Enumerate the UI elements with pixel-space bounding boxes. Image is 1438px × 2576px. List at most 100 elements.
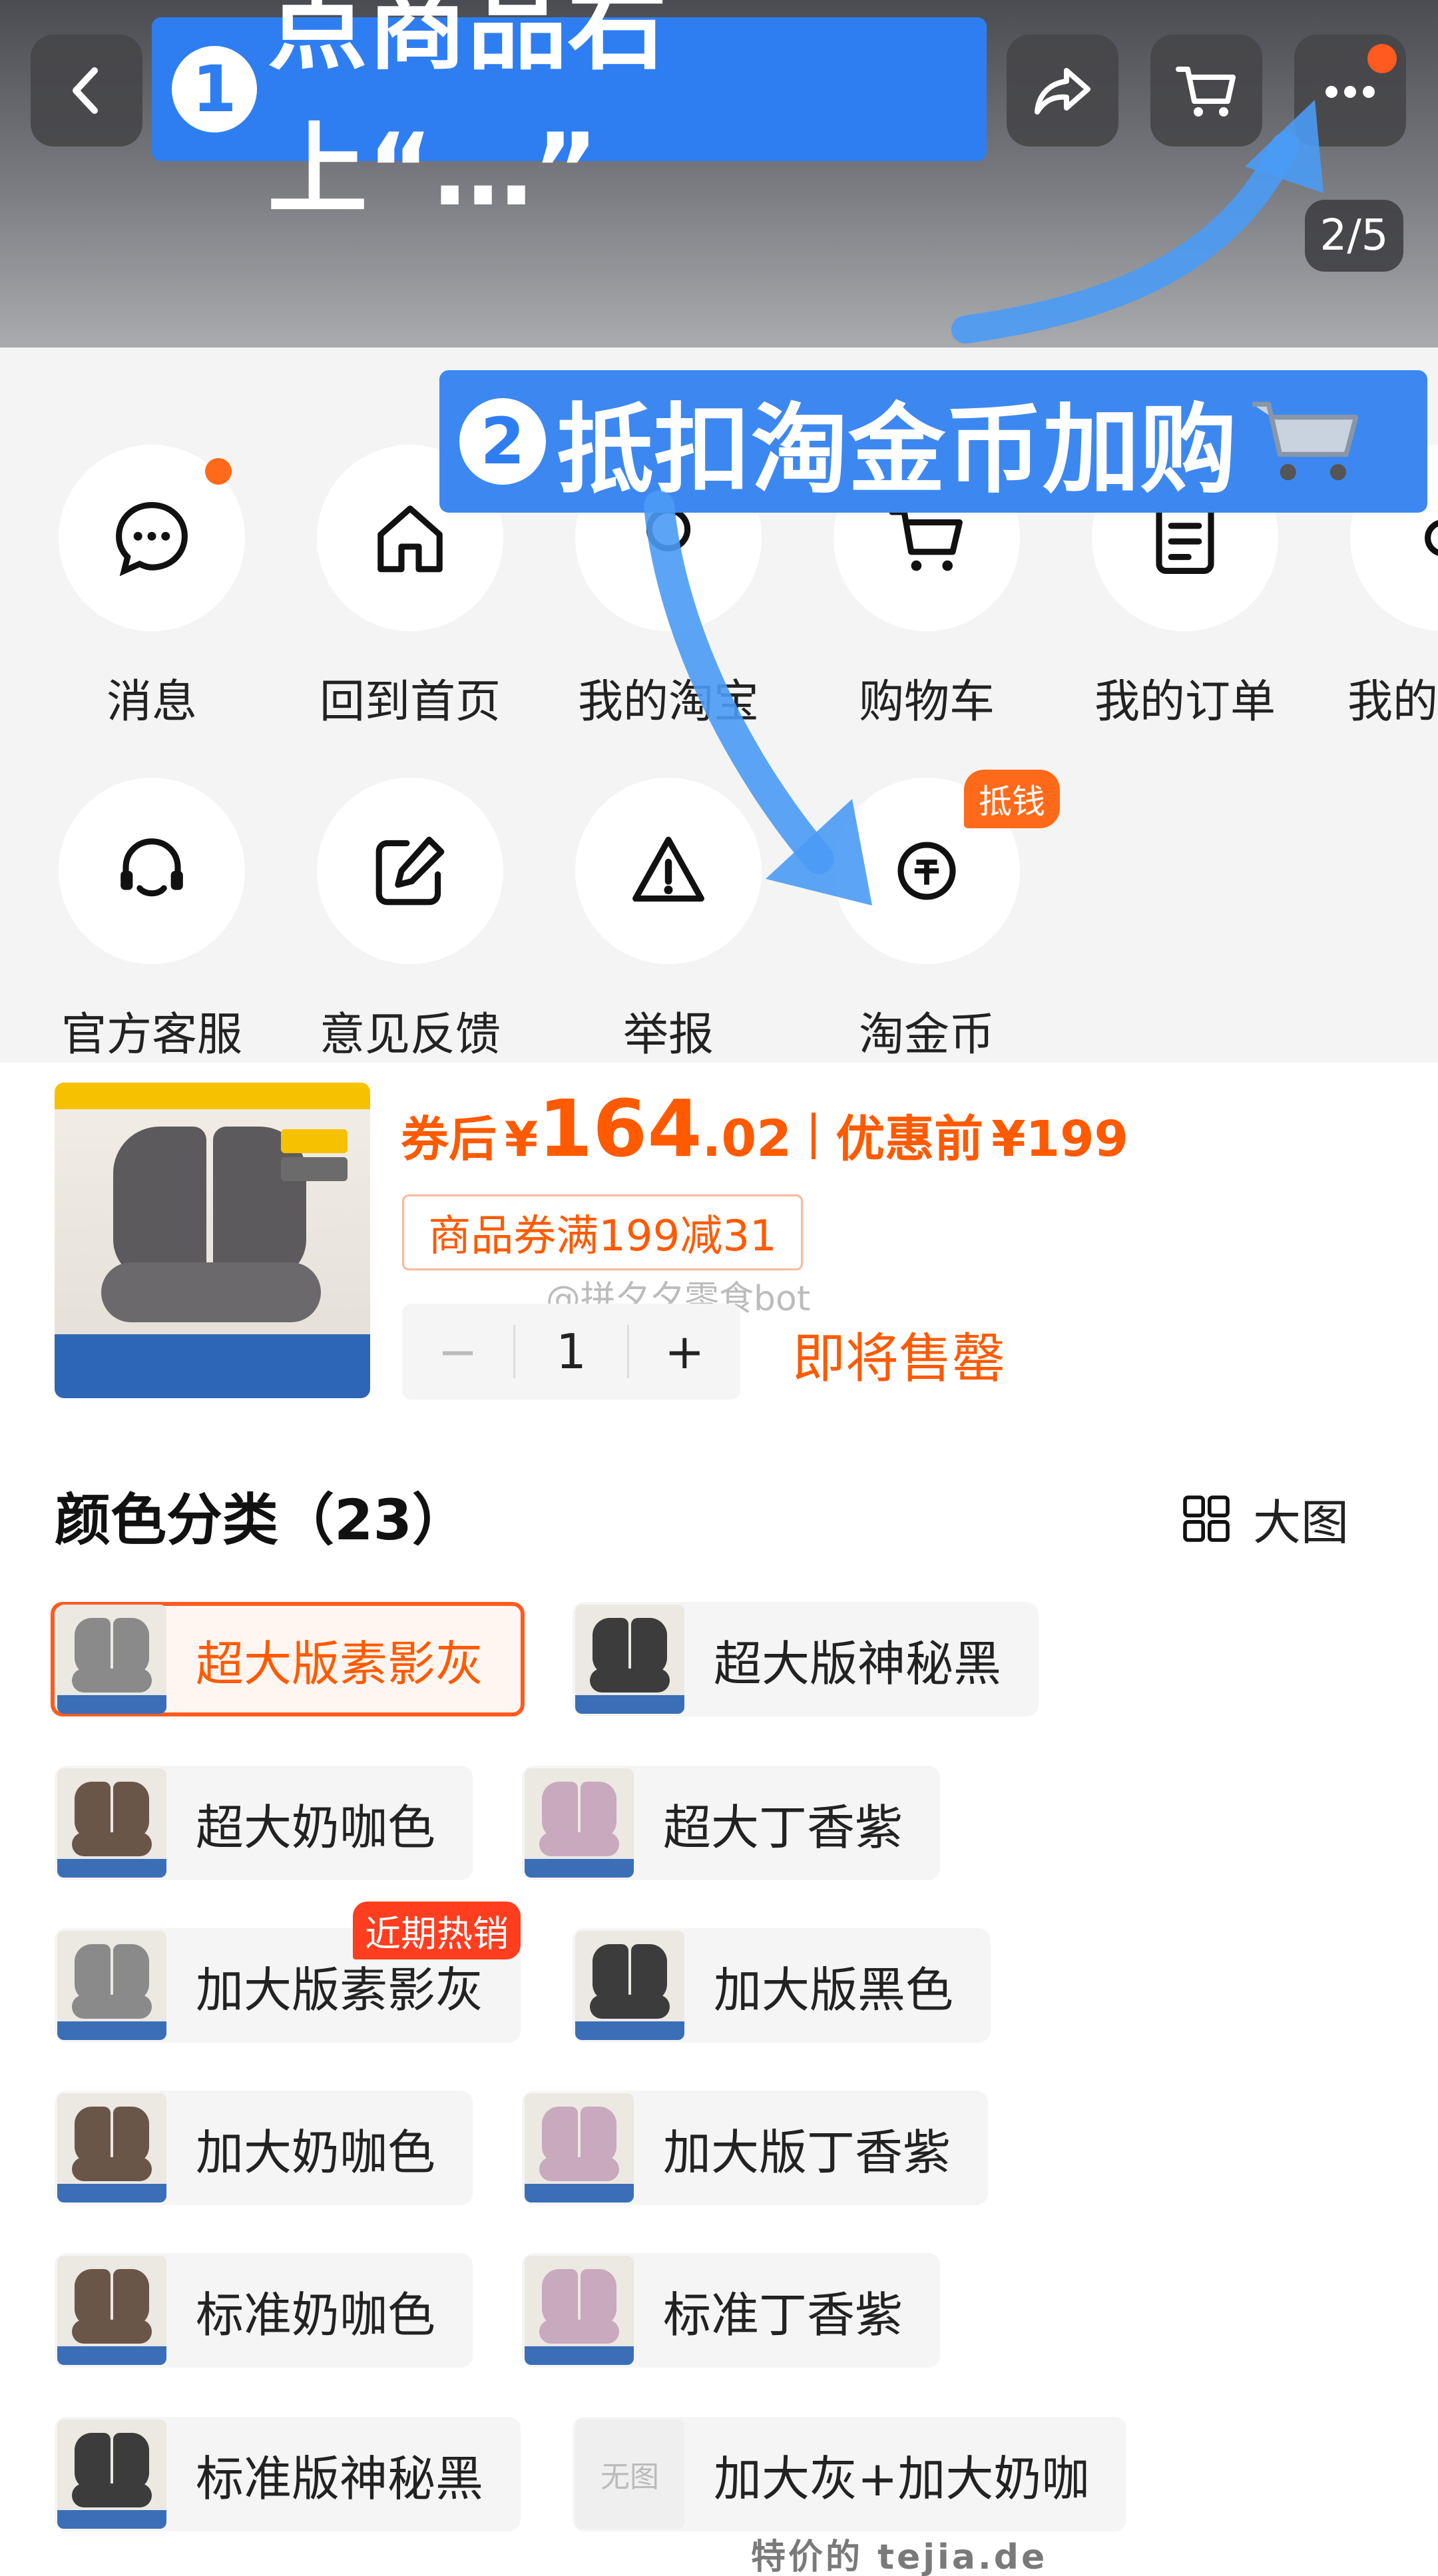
color-thumbnail bbox=[57, 1768, 166, 1878]
warning-icon bbox=[632, 836, 704, 902]
cart-icon bbox=[1176, 67, 1236, 117]
quantity-stepper: − 1 + bbox=[402, 1304, 740, 1400]
coupon-tag[interactable]: 商品券满199减31 bbox=[402, 1194, 803, 1270]
headset-icon bbox=[120, 838, 183, 897]
original-price: ¥199 bbox=[991, 1111, 1129, 1168]
stock-status: 即将售罄 bbox=[792, 1328, 1005, 1390]
color-option[interactable]: 加大版素影灰 近期热销 bbox=[55, 1902, 521, 2043]
more-menu-panel: 消息 回到首页 我的淘宝 购物车 我的订单 我的 官方客服 意见反馈 举报 抵钱… bbox=[0, 348, 1438, 1063]
big-image-toggle[interactable]: 大图 bbox=[1180, 1483, 1349, 1553]
notification-dot bbox=[1367, 44, 1397, 73]
color-thumbnail bbox=[575, 1605, 684, 1714]
color-option[interactable]: 超大版素影灰 bbox=[51, 1602, 525, 1716]
color-option[interactable]: 标准版神秘黑 bbox=[55, 2417, 521, 2531]
menu-item-label: 淘金币 bbox=[858, 1009, 995, 1061]
menu-item-messages[interactable]: 消息 bbox=[52, 445, 252, 730]
color-option-label: 加大奶咖色 bbox=[196, 2124, 436, 2181]
color-option-label: 加大版素影灰 bbox=[196, 1961, 484, 2018]
product-summary: 券后 ¥ 164 .02 优惠前 ¥199 商品券满199减31 @拼夕夕零食b… bbox=[0, 1063, 1438, 1422]
menu-item-feedback[interactable]: 意见反馈 bbox=[310, 778, 510, 1063]
color-option-label: 超大版神秘黑 bbox=[714, 1635, 1002, 1692]
annotation-text: 抵扣淘金币加购 bbox=[557, 393, 1237, 507]
hot-sale-badge: 近期热销 bbox=[353, 1902, 521, 1959]
color-option[interactable]: 超大版神秘黑 bbox=[573, 1602, 1039, 1716]
color-option-label: 标准奶咖色 bbox=[196, 2286, 436, 2343]
increment-button[interactable]: + bbox=[629, 1324, 740, 1380]
share-button[interactable] bbox=[1007, 35, 1118, 146]
menu-item-label: 回到首页 bbox=[319, 676, 501, 728]
quantity-value[interactable]: 1 bbox=[515, 1324, 626, 1380]
color-option-label: 超大奶咖色 bbox=[196, 1799, 436, 1856]
product-image-header: 1 点商品右上“…” 2/5 bbox=[0, 0, 1438, 348]
menu-item-label: 官方客服 bbox=[61, 1009, 242, 1061]
product-thumbnail[interactable] bbox=[55, 1083, 370, 1398]
color-option[interactable]: 超大丁香紫 bbox=[522, 1766, 941, 1880]
color-option[interactable]: 加大版黑色 bbox=[573, 1928, 991, 2043]
step-number: 1 bbox=[172, 46, 257, 132]
menu-item-customer-service[interactable]: 官方客服 bbox=[52, 778, 252, 1063]
color-option-label: 超大丁香紫 bbox=[663, 1799, 903, 1856]
menu-item-report[interactable]: 举报 bbox=[569, 778, 768, 1063]
annotation-step-2: 2 抵扣淘金币加购 bbox=[439, 370, 1427, 513]
price-integer: 164 bbox=[538, 1083, 702, 1174]
color-option[interactable]: 加大版丁香紫 bbox=[522, 2091, 989, 2205]
no-image-thumbnail: 无图 bbox=[575, 2420, 684, 2529]
section-title: 颜色分类（23） bbox=[55, 1487, 468, 1553]
share-icon bbox=[1035, 68, 1090, 115]
color-thumbnail bbox=[57, 2256, 166, 2365]
color-option-label: 加大版丁香紫 bbox=[663, 2124, 951, 2181]
price-row: 券后 ¥ 164 .02 优惠前 ¥199 bbox=[401, 1083, 1128, 1189]
color-thumbnail bbox=[575, 1931, 684, 2040]
color-selection-section: 颜色分类（23） 大图 超大版素影灰 超大版神秘黑 超大奶咖色 超大丁香紫 加大… bbox=[0, 1422, 1438, 2576]
discount-badge: 抵钱 bbox=[964, 770, 1060, 828]
menu-item-label: 我的订单 bbox=[1094, 676, 1276, 728]
color-option[interactable]: 加大奶咖色 bbox=[55, 2091, 473, 2205]
menu-item-label: 举报 bbox=[622, 1009, 714, 1061]
decrement-button[interactable]: − bbox=[402, 1324, 513, 1380]
menu-item-label: 购物车 bbox=[858, 676, 995, 728]
annotation-text: 点商品右上“…” bbox=[267, 0, 667, 228]
color-option-label: 标准版神秘黑 bbox=[196, 2450, 484, 2507]
price-divider bbox=[812, 1113, 816, 1159]
color-thumbnail bbox=[57, 1931, 166, 2040]
color-option-label: 标准丁香紫 bbox=[663, 2286, 903, 2343]
more-button[interactable] bbox=[1294, 35, 1406, 146]
big-image-label: 大图 bbox=[1253, 1495, 1349, 1551]
price-decimal: .02 bbox=[702, 1109, 792, 1168]
cart-button[interactable] bbox=[1150, 35, 1262, 146]
back-arrow-icon bbox=[73, 67, 98, 114]
color-thumbnail bbox=[525, 1768, 634, 1878]
color-option-label: 加大版黑色 bbox=[714, 1961, 954, 2018]
color-thumbnail bbox=[525, 2093, 634, 2202]
shopping-cart-emoji-icon bbox=[1252, 401, 1359, 481]
color-thumbnail bbox=[525, 2256, 634, 2365]
menu-item-label: 我的 bbox=[1347, 676, 1438, 728]
image-page-indicator: 2/5 bbox=[1305, 200, 1403, 272]
annotation-step-1: 1 点商品右上“…” bbox=[152, 0, 987, 228]
unread-dot bbox=[205, 458, 232, 485]
original-price-label: 优惠前 bbox=[836, 1111, 984, 1168]
color-option[interactable]: 标准丁香紫 bbox=[522, 2253, 941, 2368]
after-coupon-label: 券后 bbox=[401, 1111, 497, 1167]
menu-item-label: 消息 bbox=[106, 676, 197, 728]
footer-watermark: 特价的 tejia.de bbox=[751, 2537, 1048, 2576]
color-option[interactable]: 标准奶咖色 bbox=[55, 2253, 473, 2368]
color-option-label: 加大灰+加大奶咖 bbox=[714, 2450, 1090, 2507]
color-option[interactable]: 无图 加大灰+加大奶咖 bbox=[573, 2417, 1127, 2531]
menu-item-label: 我的淘宝 bbox=[577, 676, 759, 728]
color-option[interactable]: 超大奶咖色 bbox=[55, 1766, 473, 1880]
grid-icon bbox=[1183, 1495, 1230, 1542]
color-thumbnail bbox=[57, 2093, 166, 2202]
color-thumbnail bbox=[57, 2420, 166, 2529]
menu-item-taojinbi[interactable]: 抵钱 淘金币 bbox=[827, 770, 1060, 1063]
message-bubble-icon bbox=[116, 502, 188, 577]
coin-icon bbox=[897, 842, 956, 900]
color-thumbnail bbox=[57, 1605, 166, 1714]
currency-symbol: ¥ bbox=[505, 1111, 539, 1167]
menu-item-label: 意见反馈 bbox=[319, 1009, 501, 1061]
step-number: 2 bbox=[459, 398, 546, 485]
edit-icon bbox=[375, 836, 445, 905]
back-button[interactable] bbox=[31, 35, 142, 146]
page: 1 点商品右上“…” 2/5 消息 回到首页 我的淘宝 购物车 我的订单 我的 … bbox=[0, 0, 1438, 2576]
color-option-label: 超大版素影灰 bbox=[196, 1635, 484, 1692]
